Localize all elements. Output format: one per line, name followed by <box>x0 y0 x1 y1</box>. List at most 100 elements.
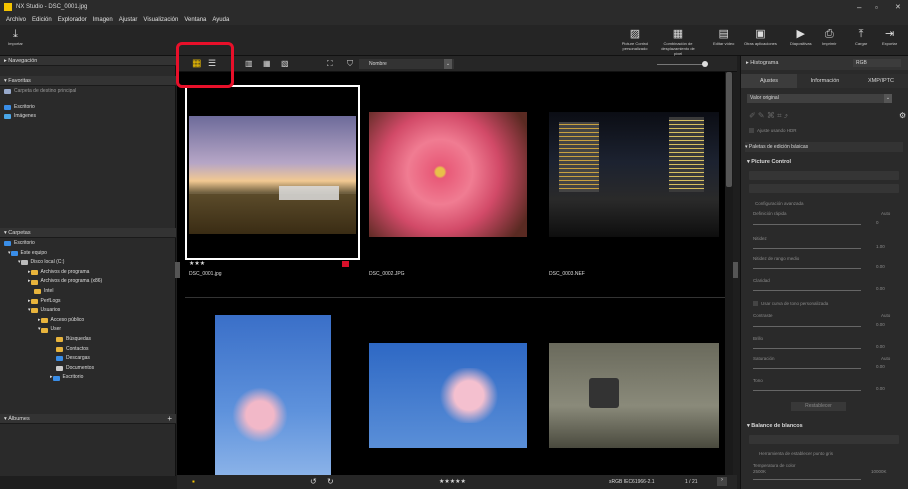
thumbnail-image-blossom-horizontal[interactable] <box>369 343 527 448</box>
panel-collapse-handle[interactable] <box>733 262 738 278</box>
folder-item[interactable]: ▾ Disco local (C:) <box>4 258 102 268</box>
reset-button[interactable]: Restablecer <box>791 402 846 411</box>
rotate-right-icon[interactable]: ↻ <box>327 477 334 486</box>
tone-curve-checkbox[interactable] <box>753 301 758 306</box>
white-balance-select[interactable] <box>749 435 899 444</box>
preset-select[interactable]: Valor original ⌄ <box>747 94 892 103</box>
label-icon[interactable]: ▪ <box>192 477 195 486</box>
thumbnail-image-dahlia[interactable] <box>369 112 527 237</box>
video-edit-button[interactable]: ▤ Editar vídeo <box>713 27 734 46</box>
quick-sharp-slider[interactable] <box>753 224 861 225</box>
picture-control-header[interactable]: ▾ Picture Control <box>747 157 901 167</box>
folder-item[interactable]: Búsquedas <box>4 335 102 345</box>
folder-item[interactable]: ▸ Archivos de programa <box>4 268 102 278</box>
folder-item[interactable]: Documentos <box>4 364 102 374</box>
import-button[interactable]: ⤓ Importar <box>8 27 23 46</box>
saturation-slider[interactable] <box>753 368 861 369</box>
sort-select[interactable]: Nombre ⌄ <box>359 59 454 69</box>
rating-filter-stars[interactable]: ★★★★★ <box>439 478 466 485</box>
folder-item[interactable]: Descargas <box>4 354 102 364</box>
edit-tools-icons[interactable]: ✐ ✎ ⌘ ⌗ ⤴ <box>749 111 788 121</box>
folders-header[interactable]: ▾ Carpetas <box>0 228 176 238</box>
picture-control-button[interactable]: ▨ Picture Control personalizado <box>620 27 650 51</box>
hue-slider[interactable] <box>753 390 861 391</box>
folder-item[interactable]: ▾ Usuarios <box>4 306 102 316</box>
tab-ajustes[interactable]: Ajustes <box>741 74 797 88</box>
folder-item[interactable]: ▾ Este equipo <box>4 249 102 259</box>
folder-item[interactable]: Intel <box>4 287 102 297</box>
sharpening-slider[interactable] <box>753 248 861 249</box>
channel-select[interactable]: RGB <box>853 59 901 67</box>
navigation-header[interactable]: ▸ Navegación <box>0 56 176 66</box>
picture-control-mode-select[interactable] <box>749 184 899 193</box>
clarity-slider[interactable] <box>753 290 861 291</box>
folder-icon <box>40 318 48 324</box>
filter-icon[interactable]: ⛉ <box>347 59 353 69</box>
maximize-button[interactable]: ▫ <box>875 3 878 12</box>
vertical-scrollbar[interactable] <box>725 72 733 475</box>
upload-button[interactable]: ⤒ Cargar <box>855 27 867 46</box>
minimize-button[interactable]: – <box>857 3 861 12</box>
thumbnail-caption: DSC_0001.jpg <box>189 271 222 277</box>
basic-palettes-header[interactable]: ▾ Paletas de edición básicas <box>745 142 903 152</box>
scroll-thumb[interactable] <box>726 72 732 187</box>
tab-informacion[interactable]: Información <box>797 74 853 88</box>
picture-control-select[interactable] <box>749 171 899 180</box>
thumbnail-image-bucket[interactable] <box>549 343 719 448</box>
zoom-knob[interactable] <box>702 61 708 67</box>
picture-control-icon: ▨ <box>629 28 641 40</box>
viewer-icon[interactable]: ▧ <box>281 59 289 68</box>
thumbnail-image-blossom-vertical[interactable] <box>215 315 331 475</box>
pixel-shift-button[interactable]: ▦ Combinación de desplazamiento de píxel <box>658 27 698 56</box>
print-button[interactable]: ⎙ Imprimir <box>822 27 836 46</box>
midrange-sharp-slider[interactable] <box>753 268 861 269</box>
tab-xmp[interactable]: XMP/IPTC <box>853 74 908 88</box>
compare-icon[interactable]: ▦ <box>263 59 271 68</box>
folder-item[interactable]: ▸ Escritorio <box>4 373 102 383</box>
other-apps-icon: ▣ <box>755 28 766 40</box>
folder-item[interactable]: ▸ Archivos de programa (x86) <box>4 277 102 287</box>
folder-item[interactable]: Escritorio <box>4 239 102 249</box>
filmstrip-icon[interactable]: ▥ <box>245 59 253 68</box>
menu-explorador[interactable]: Explorador <box>58 17 87 23</box>
folder-item[interactable]: ▾ User <box>4 325 102 335</box>
folder-item[interactable]: ▸ PerfLogs <box>4 297 102 307</box>
folder-icon <box>30 279 38 285</box>
export-button[interactable]: ⇥ Exportar <box>882 27 897 46</box>
add-album-icon[interactable]: + <box>167 414 172 424</box>
folder-item[interactable]: Contactos <box>4 345 102 355</box>
close-button[interactable]: ✕ <box>895 3 901 11</box>
albums-header[interactable]: ▾ Álbumes + <box>0 414 176 424</box>
folder-item[interactable]: ▸ Acceso público <box>4 316 102 326</box>
next-page-icon[interactable]: › <box>717 477 727 486</box>
brightness-slider[interactable] <box>753 348 861 349</box>
thumbnail-size-slider[interactable] <box>657 64 707 65</box>
chevron-down-icon: ⌄ <box>444 59 452 69</box>
menu-ventana[interactable]: Ventana <box>184 17 206 23</box>
favorite-item[interactable]: Escritorio <box>4 103 76 113</box>
menu-archivo[interactable]: Archivo <box>6 17 26 23</box>
thumbnail-image-night-city[interactable] <box>549 112 719 237</box>
menu-edicion[interactable]: Edición <box>32 17 52 23</box>
rotate-left-icon[interactable]: ↺ <box>310 477 317 486</box>
hdr-checkbox[interactable] <box>749 128 754 133</box>
raw-badge <box>342 261 349 267</box>
histogram-header[interactable]: ▸ Histograma RGB <box>741 56 908 70</box>
menu-ajustar[interactable]: Ajustar <box>119 17 138 23</box>
thumbnail-image-sunset[interactable] <box>189 116 356 234</box>
menu-visualizacion[interactable]: Visualización <box>143 17 178 23</box>
menu-ayuda[interactable]: Ayuda <box>212 17 229 23</box>
white-balance-header[interactable]: ▾ Balance de blancos <box>747 421 901 431</box>
fullscreen-icon[interactable]: ⛶ <box>327 59 333 69</box>
other-apps-button[interactable]: ▣ Otras aplicaciones <box>744 27 777 46</box>
favorite-item[interactable]: Imágenes <box>4 112 76 122</box>
favorite-item[interactable]: Carpeta de destino principal <box>4 87 76 97</box>
panel-collapse-handle[interactable] <box>175 262 180 278</box>
menu-imagen[interactable]: Imagen <box>93 17 113 23</box>
rating-stars[interactable]: ★★★ <box>189 260 205 267</box>
settings-gear-icon[interactable]: ⚙ <box>899 111 906 120</box>
favorites-header[interactable]: ▾ Favoritas <box>0 76 176 86</box>
temperature-slider[interactable] <box>753 479 861 480</box>
slideshow-button[interactable]: ▶ Diapositivas <box>790 27 812 46</box>
contrast-slider[interactable] <box>753 326 861 327</box>
